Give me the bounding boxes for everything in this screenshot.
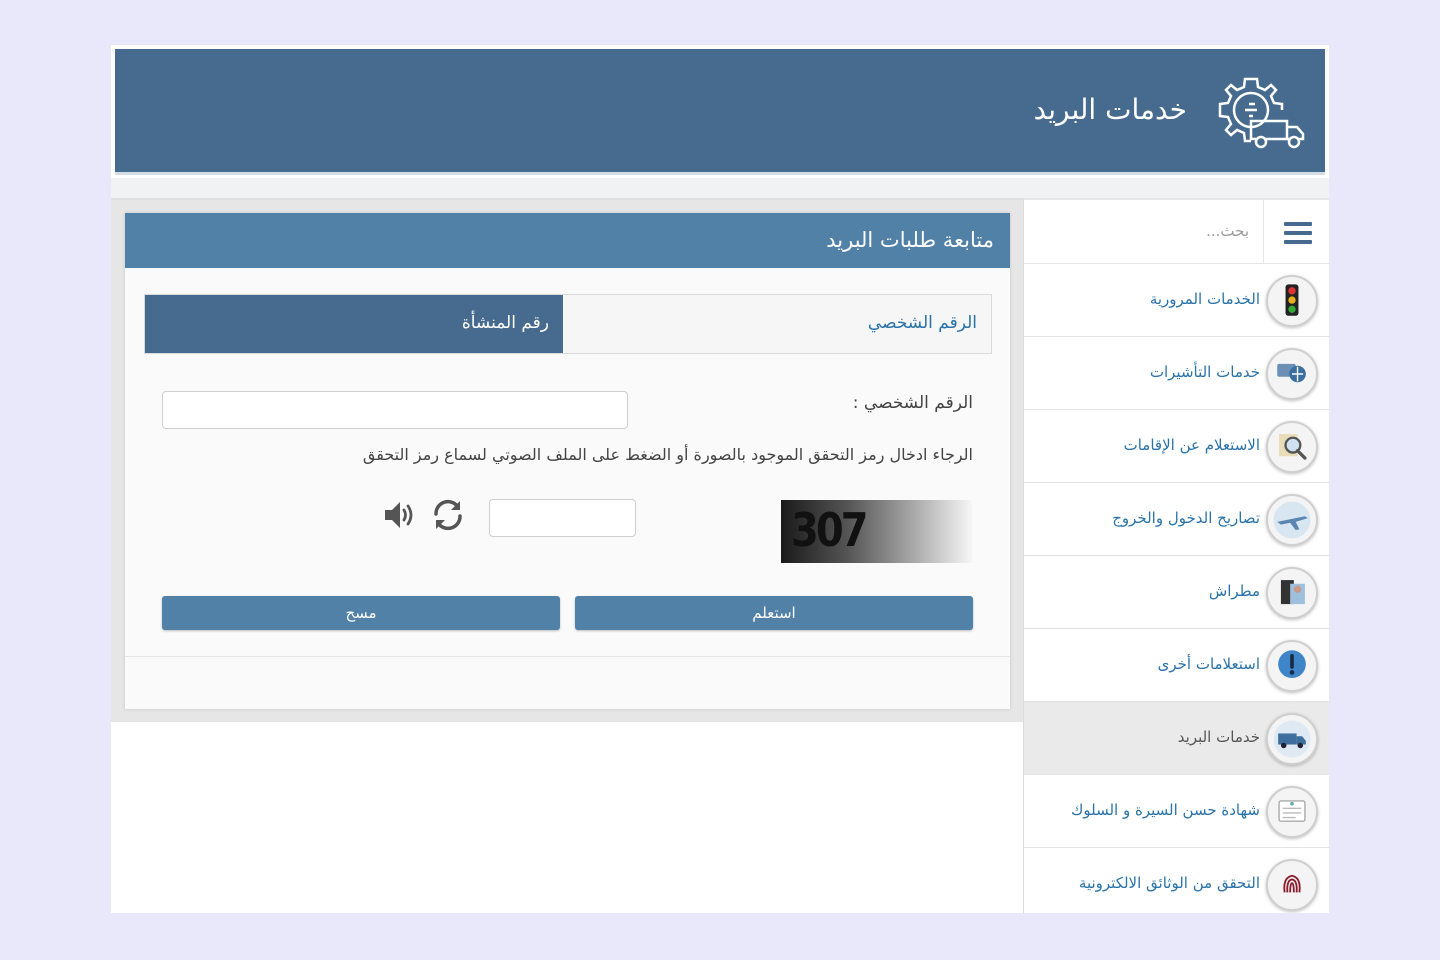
traffic-light-icon: [1266, 275, 1318, 327]
gear-truck-icon: [1218, 77, 1305, 149]
sidebar-item-good-conduct-certificate[interactable]: شهادة حسن السيرة و السلوك: [1024, 775, 1329, 848]
sidebar-item-entry-exit-permits[interactable]: تصاريح الدخول والخروج: [1024, 483, 1329, 556]
page-header: خدمات البريد: [115, 49, 1325, 175]
sidebar-item-label: شهادة حسن السيرة و السلوك: [1071, 801, 1260, 819]
captcha-text: 307: [791, 504, 868, 558]
captcha-hint: الرجاء ادخال رمز التحقق الموجود بالصورة …: [362, 445, 973, 464]
card-header: متابعة طلبات البريد: [125, 213, 1010, 268]
clear-button[interactable]: مسح: [162, 596, 560, 630]
sidebar-item-label: استعلامات أخرى: [1157, 655, 1260, 673]
search-input[interactable]: بحث...: [1024, 200, 1264, 264]
speaker-icon[interactable]: [381, 497, 417, 533]
sidebar-item-label: الخدمات المرورية: [1149, 290, 1260, 308]
header-title: خدمات البريد: [1033, 93, 1188, 126]
captcha-image: 307: [781, 500, 972, 563]
inquiry-card: متابعة طلبات البريد الرقم الشخصي رقم الم…: [125, 213, 1010, 709]
hamburger-menu-icon[interactable]: [1284, 222, 1312, 244]
card-title: متابعة طلبات البريد: [826, 228, 994, 252]
magnifier-icon: [1266, 421, 1318, 473]
app-frame: خدمات البريد متابعة طلبات البريد الرقم ا…: [111, 45, 1329, 913]
sidebar-item-label: التحقق من الوثائق الالكترونية: [1078, 874, 1260, 892]
sidebar-item-label: خدمات التأشيرات: [1149, 363, 1260, 381]
captcha-input[interactable]: [489, 499, 636, 537]
sidebar-item-postal-services[interactable]: خدمات البريد: [1024, 702, 1329, 775]
card-divider: [125, 656, 1010, 657]
sidebar-item-label: خدمات البريد: [1177, 728, 1260, 746]
tab-facility-number[interactable]: رقم المنشأة: [145, 295, 563, 353]
tab-personal-number[interactable]: الرقم الشخصي: [561, 295, 991, 353]
delivery-truck-icon: [1266, 713, 1318, 765]
airplane-icon: [1266, 494, 1318, 546]
info-exclamation-icon: [1266, 640, 1318, 692]
sidebar-item-visa-services[interactable]: خدمات التأشيرات: [1024, 337, 1329, 410]
certificate-icon: [1266, 786, 1318, 838]
fingerprint-icon: [1266, 859, 1318, 911]
sidebar-search: بحث...: [1024, 198, 1329, 264]
sidebar-item-traffic-services[interactable]: الخدمات المرورية: [1024, 264, 1329, 337]
personal-number-label: الرقم الشخصي :: [852, 393, 973, 413]
personal-number-input[interactable]: [162, 391, 628, 429]
sidebar-item-label: الاستعلام عن الإقامات: [1123, 436, 1260, 454]
sidebar: بحث... الخدمات المرورية خدمات التأشيرات …: [1023, 198, 1329, 913]
sidebar-item-metrash[interactable]: مطراش: [1024, 556, 1329, 629]
visa-icon: [1266, 348, 1318, 400]
refresh-icon[interactable]: [430, 497, 466, 533]
sidebar-item-label: تصاريح الدخول والخروج: [1112, 509, 1260, 527]
sidebar-item-residency-inquiry[interactable]: الاستعلام عن الإقامات: [1024, 410, 1329, 483]
query-button[interactable]: استعلم: [575, 596, 973, 630]
document-person-icon: [1266, 567, 1318, 619]
header-strip: [111, 178, 1329, 198]
id-type-tabs: الرقم الشخصي رقم المنشأة: [144, 294, 992, 354]
sidebar-item-other-inquiries[interactable]: استعلامات أخرى: [1024, 629, 1329, 702]
sidebar-item-label: مطراش: [1208, 582, 1260, 600]
sidebar-item-verify-documents[interactable]: التحقق من الوثائق الالكترونية: [1024, 848, 1329, 913]
